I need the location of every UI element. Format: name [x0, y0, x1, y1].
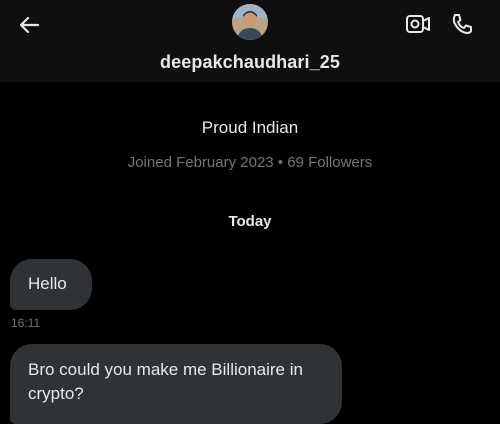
video-call-icon[interactable]: [404, 10, 432, 38]
chat-header: deepakchaudhari_25: [0, 0, 500, 82]
avatar[interactable]: [232, 4, 268, 40]
back-arrow-icon[interactable]: [14, 10, 44, 40]
day-separator: Today: [228, 213, 272, 230]
message-bubble[interactable]: Bro could you make me Billionaire in cry…: [10, 344, 342, 424]
message-text: Hello: [28, 274, 67, 293]
username[interactable]: deepakchaudhari_25: [0, 52, 500, 73]
message-text: Bro could you make me Billionaire in cry…: [28, 360, 303, 403]
message-timestamp: 16:11: [11, 316, 41, 330]
message-bubble[interactable]: Hello: [10, 259, 92, 310]
phone-call-icon[interactable]: [448, 10, 476, 38]
profile-meta: Joined February 2023 • 69 Followers: [127, 154, 373, 171]
profile-bio: Proud Indian: [201, 118, 299, 137]
